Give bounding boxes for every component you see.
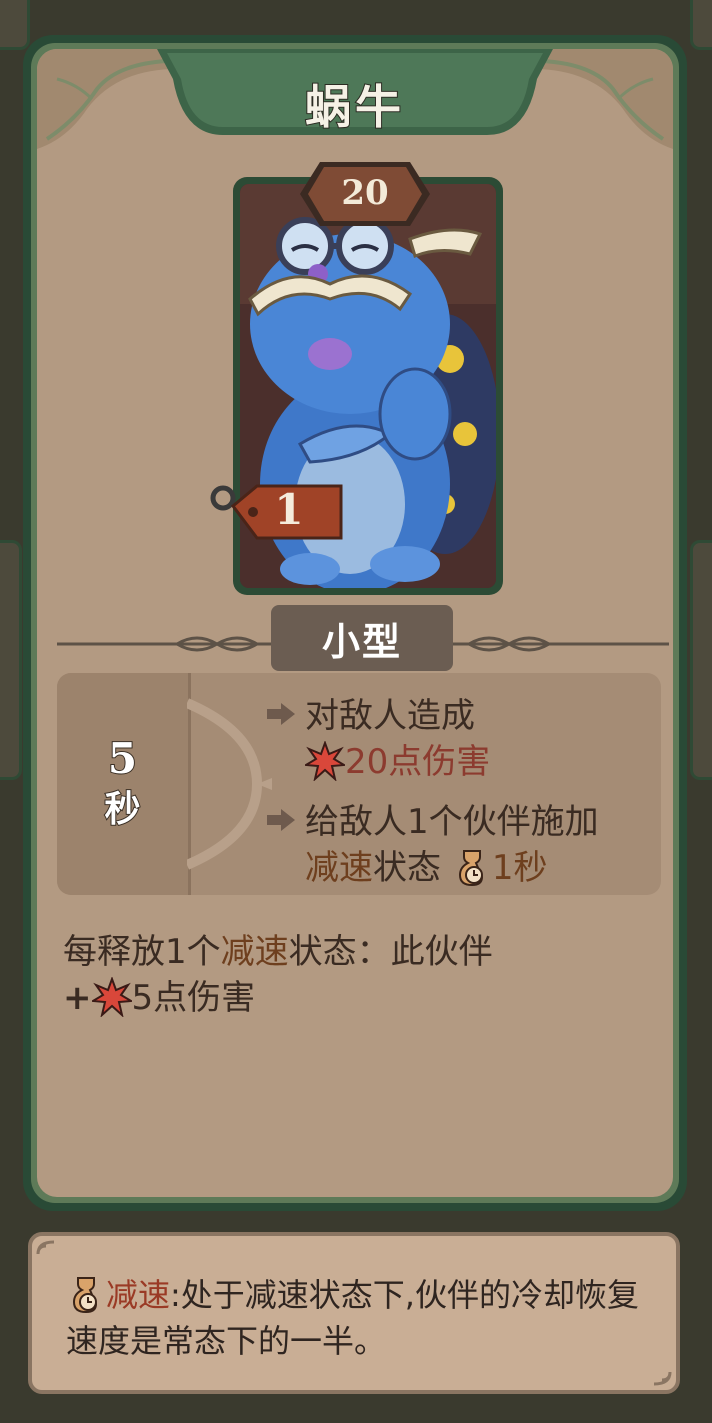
background-card — [690, 0, 712, 50]
passive-plus: + — [63, 978, 92, 1018]
status-suffix: 状态 — [373, 848, 441, 888]
effect-text: 给敌人1个伙伴施加 — [305, 802, 599, 842]
passive-status: 减速 — [220, 932, 289, 972]
card-detail-panel: 蜗牛 20 1 小型 5 秒 对敌人造成 20点伤害 给敌人1个伙伴施加 减速状… — [23, 35, 687, 1211]
card-title: 蜗牛 — [304, 79, 405, 135]
passive-text: 每释放1个减速状态：此伙伴 +5点伤害 — [63, 929, 663, 1021]
curl-ornament — [653, 1371, 672, 1386]
effect-damage: 20点伤害 — [345, 742, 491, 782]
size-label: 小型 — [271, 605, 453, 671]
tooltip-keyword: 减速 — [106, 1276, 171, 1314]
effect-list: 对敌人造成 20点伤害 给敌人1个伙伴施加 减速状态 1秒 — [267, 693, 657, 895]
keyword-tooltip: 减速:处于减速状态下,伙伴的冷却恢复速度是常态下的一半。 — [28, 1232, 680, 1394]
hourglass-clock-icon — [458, 850, 483, 887]
status-keyword: 减速 — [305, 848, 373, 888]
background-card — [690, 540, 712, 780]
cooldown-unit: 秒 — [103, 787, 141, 831]
background-card — [0, 540, 22, 780]
effect-text: 对敌人造成 — [305, 696, 475, 736]
curl-ornament — [36, 1240, 55, 1255]
cooldown-box: 5 秒 — [57, 673, 191, 895]
ability-box: 5 秒 对敌人造成 20点伤害 给敌人1个伙伴施加 减速状态 1秒 — [57, 673, 661, 895]
cooldown-value: 5 — [107, 733, 138, 784]
passive-suffix: 状态：此伙伴 — [288, 932, 493, 972]
tier-value: 1 — [274, 485, 304, 534]
cost-value: 20 — [341, 173, 389, 213]
explosion-icon — [305, 741, 345, 781]
effect-item: 给敌人1个伙伴施加 减速状态 1秒 — [267, 799, 657, 891]
effect-item: 对敌人造成 20点伤害 — [267, 693, 657, 785]
passive-damage: 5点伤害 — [131, 978, 256, 1018]
cooldown-arc — [187, 698, 272, 870]
arrow-bullet-icon — [267, 809, 295, 831]
arrow-bullet-icon — [267, 703, 295, 725]
passive-prefix: 每释放1个 — [63, 932, 221, 972]
status-duration: 1秒 — [491, 848, 548, 888]
background-card — [0, 0, 30, 50]
card-detail-face: 蜗牛 20 1 小型 5 秒 对敌人造成 20点伤害 给敌人1个伙伴施加 减速状… — [37, 49, 673, 1197]
hourglass-clock-icon — [72, 1277, 98, 1314]
explosion-icon — [91, 977, 132, 1017]
